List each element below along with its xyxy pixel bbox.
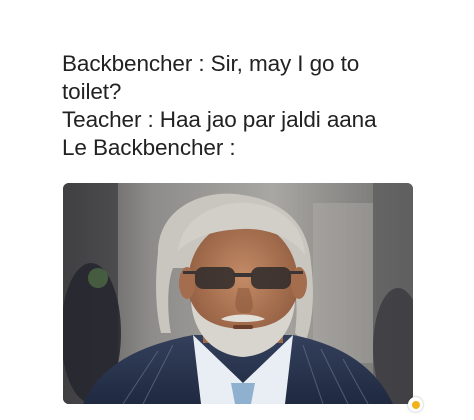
- caption-line-backbencher-question: Backbencher : Sir, may I go to: [62, 51, 360, 76]
- caption-line-toilet: toilet?: [62, 79, 122, 104]
- badge-dot: [411, 400, 420, 409]
- meme-photo: [63, 183, 413, 404]
- man-portrait-icon: [63, 183, 413, 404]
- meme-caption: Backbencher : Sir, may I go to toilet? T…: [62, 50, 462, 162]
- emoji-badge-icon: [408, 397, 423, 412]
- caption-line-le-backbencher: Le Backbencher :: [62, 135, 236, 160]
- caption-line-teacher-reply: Teacher : Haa jao par jaldi aana: [62, 107, 377, 132]
